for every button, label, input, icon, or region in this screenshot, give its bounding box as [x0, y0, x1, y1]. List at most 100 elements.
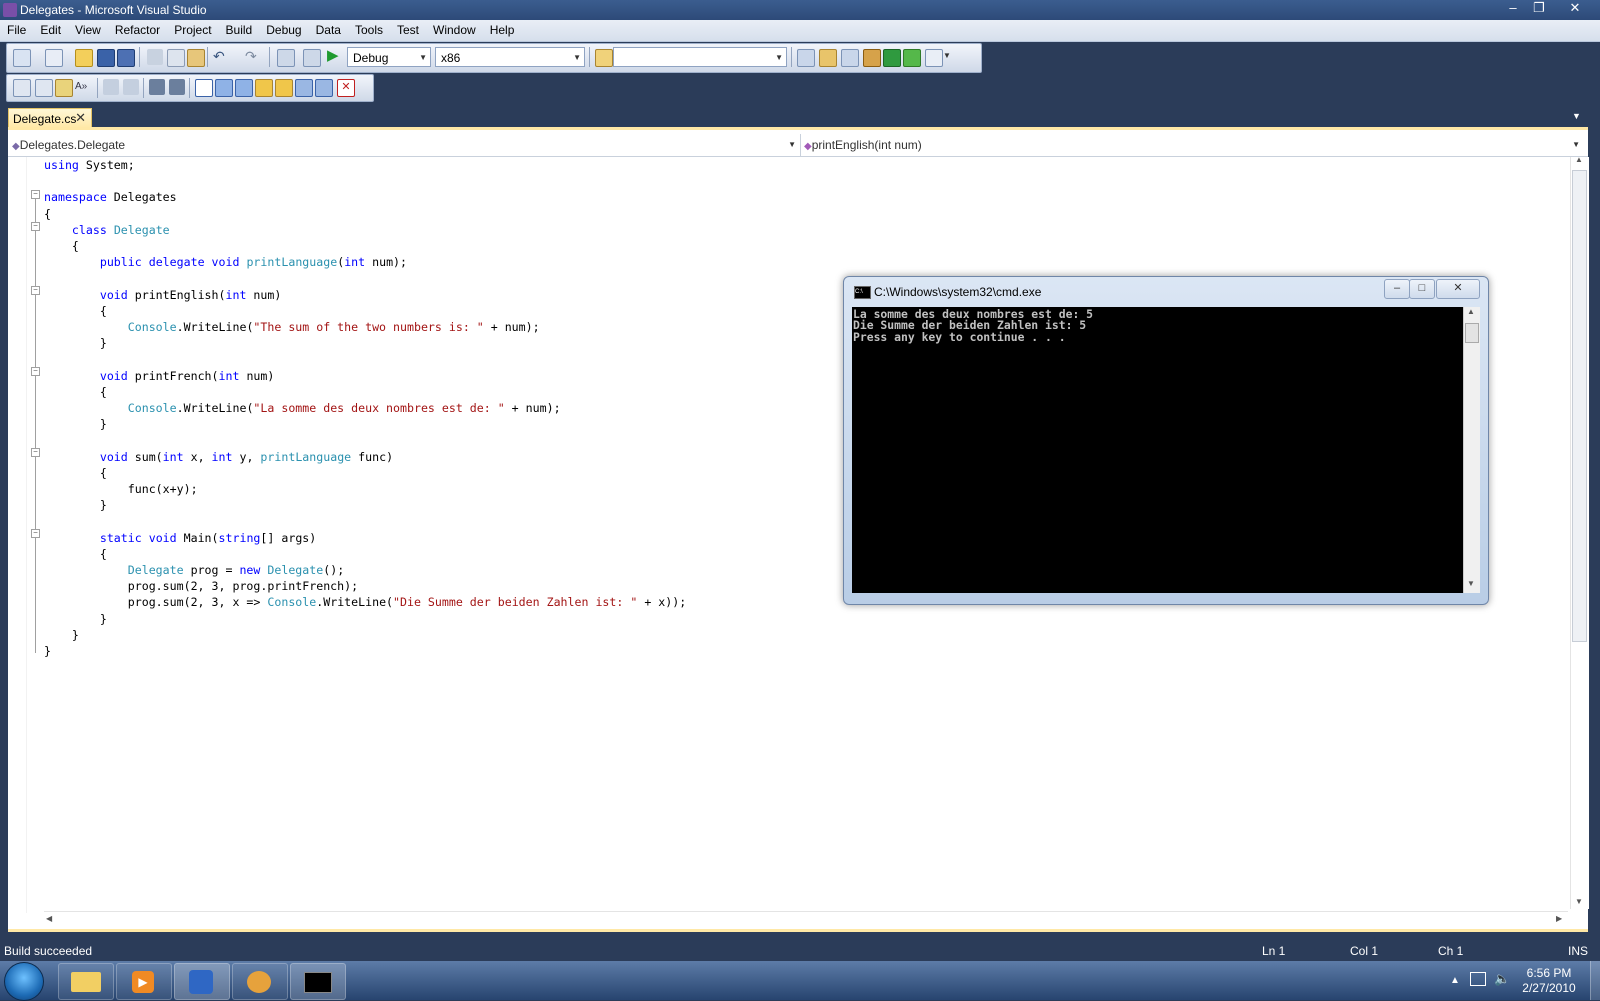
code-line[interactable]: { — [44, 465, 686, 481]
comment-out-icon[interactable] — [149, 79, 165, 95]
save-all-icon[interactable] — [117, 49, 135, 67]
code-line[interactable]: using System; — [44, 157, 686, 173]
next-bookmark-icon[interactable] — [235, 79, 253, 97]
undo-icon[interactable]: ↶ — [213, 49, 229, 65]
collapse-main-icon[interactable]: − — [31, 529, 40, 538]
code-line[interactable]: func(x+y); — [44, 481, 686, 497]
scroll-right-icon[interactable]: ▶ — [1556, 914, 1562, 923]
code-line[interactable]: Console.WriteLine("La somme des deux nom… — [44, 400, 686, 416]
collapse-class-icon[interactable]: − — [31, 222, 40, 231]
code-line[interactable]: static void Main(string[] args) — [44, 530, 686, 546]
code-line[interactable]: } — [44, 335, 686, 351]
show-hidden-icons-icon[interactable]: ▲ — [1450, 975, 1460, 986]
document-outline-icon[interactable] — [903, 49, 921, 67]
scroll-up-icon[interactable]: ▲ — [1467, 307, 1475, 316]
console-window[interactable]: C:\ C:\Windows\system32\cmd.exe – □ ✕ La… — [843, 276, 1489, 605]
copy-icon[interactable] — [167, 49, 185, 67]
command-window-icon[interactable] — [925, 49, 943, 67]
menu-edit[interactable]: Edit — [33, 20, 68, 41]
code-line[interactable]: } — [44, 611, 686, 627]
code-line[interactable]: void sum(int x, int y, printLanguage fun… — [44, 449, 686, 465]
menu-help[interactable]: Help — [483, 20, 522, 41]
uncomment-icon[interactable] — [169, 79, 185, 95]
next-bookmark-in-document-icon[interactable] — [315, 79, 333, 97]
menu-refactor[interactable]: Refactor — [108, 20, 167, 41]
tab-delegate-cs[interactable]: Delegate.cs ✕ — [8, 108, 92, 128]
network-icon[interactable] — [1470, 972, 1486, 986]
active-files-dropdown-icon[interactable]: ▼ — [1572, 111, 1581, 121]
taskbar-clock[interactable]: 6:56 PM 2/27/2010 — [1512, 966, 1586, 996]
display-object-member-list-icon[interactable] — [13, 79, 31, 97]
code-line[interactable]: Delegate prog = new Delegate(); — [44, 562, 686, 578]
menu-project[interactable]: Project — [167, 20, 218, 41]
redo-icon[interactable]: ↷ — [245, 49, 261, 65]
menu-build[interactable]: Build — [219, 20, 260, 41]
code-line[interactable]: } — [44, 627, 686, 643]
solution-configuration-select[interactable]: Debug ▼ — [347, 47, 431, 67]
collapse-sum-icon[interactable]: − — [31, 448, 40, 457]
collapse-namespace-icon[interactable]: − — [31, 190, 40, 199]
increase-indent-icon[interactable] — [123, 79, 139, 95]
code-line[interactable]: } — [44, 497, 686, 513]
menu-test[interactable]: Test — [390, 20, 426, 41]
volume-icon[interactable]: 🔈 — [1494, 971, 1510, 987]
quick-info-icon[interactable] — [55, 79, 73, 97]
toggle-bookmark-icon[interactable] — [195, 79, 213, 97]
complete-word-icon[interactable]: A» — [75, 79, 91, 95]
toolbox-icon[interactable] — [863, 49, 881, 67]
save-icon[interactable] — [97, 49, 115, 67]
scroll-down-icon[interactable]: ▼ — [1467, 579, 1475, 588]
parameter-info-icon[interactable] — [35, 79, 53, 97]
code-line[interactable] — [44, 513, 686, 529]
scroll-down-icon[interactable]: ▼ — [1575, 897, 1583, 906]
code-text[interactable]: using System; namespace Delegates{ class… — [44, 157, 686, 659]
collapse-printenglish-icon[interactable]: − — [31, 286, 40, 295]
code-line[interactable] — [44, 270, 686, 286]
taskbar-visual-studio-button[interactable] — [174, 963, 230, 1000]
code-line[interactable] — [44, 351, 686, 367]
menu-data[interactable]: Data — [309, 20, 348, 41]
taskbar-explorer-button[interactable] — [58, 963, 114, 1000]
menu-debug[interactable]: Debug — [259, 20, 308, 41]
open-file-icon[interactable] — [75, 49, 93, 67]
menu-file[interactable]: File — [0, 20, 33, 41]
console-scrollbar[interactable]: ▲ ▼ — [1463, 307, 1480, 593]
members-dropdown[interactable]: ◆printEnglish(int num) ▼ — [804, 136, 1584, 154]
previous-bookmark-in-folder-icon[interactable] — [255, 79, 273, 97]
taskbar-paint-button[interactable] — [232, 963, 288, 1000]
scroll-up-icon[interactable]: ▲ — [1575, 155, 1583, 164]
code-line[interactable]: namespace Delegates — [44, 189, 686, 205]
code-line[interactable]: { — [44, 238, 686, 254]
code-line[interactable]: } — [44, 416, 686, 432]
scroll-left-icon[interactable]: ◀ — [46, 914, 52, 923]
start-page-icon[interactable] — [883, 49, 901, 67]
taskbar-cmd-button[interactable] — [290, 963, 346, 1000]
navigate-forward-icon[interactable] — [303, 49, 321, 67]
console-minimize-button[interactable]: – — [1384, 279, 1410, 299]
code-line[interactable] — [44, 432, 686, 448]
code-line[interactable]: void printEnglish(int num) — [44, 287, 686, 303]
types-dropdown[interactable]: ◆Delegates.Delegate ▼ — [12, 136, 800, 154]
code-line[interactable]: public delegate void printLanguage(int n… — [44, 254, 686, 270]
object-browser-icon[interactable] — [841, 49, 859, 67]
code-line[interactable]: { — [44, 384, 686, 400]
paste-icon[interactable] — [187, 49, 205, 67]
add-item-icon[interactable] — [45, 49, 63, 67]
cut-icon[interactable] — [147, 49, 163, 65]
code-line[interactable]: prog.sum(2, 3, x => Console.WriteLine("D… — [44, 594, 686, 610]
code-line[interactable]: { — [44, 546, 686, 562]
navigate-backward-icon[interactable] — [277, 49, 295, 67]
code-line[interactable]: void printFrench(int num) — [44, 368, 686, 384]
previous-bookmark-in-document-icon[interactable] — [295, 79, 313, 97]
start-debugging-icon[interactable]: ▶ — [327, 48, 343, 64]
minimize-button[interactable]: – — [1500, 0, 1526, 18]
console-output[interactable]: La somme des deux nombres est de: 5 Die S… — [852, 307, 1463, 593]
toolbar-options-icon[interactable]: ▼ — [943, 48, 959, 64]
start-button[interactable] — [4, 962, 44, 1001]
show-desktop-button[interactable] — [1590, 961, 1600, 1000]
decrease-indent-icon[interactable] — [103, 79, 119, 95]
solution-platform-select[interactable]: x86 ▼ — [435, 47, 585, 67]
code-line[interactable]: Console.WriteLine("The sum of the two nu… — [44, 319, 686, 335]
previous-bookmark-icon[interactable] — [215, 79, 233, 97]
restore-button[interactable]: ❐ — [1526, 0, 1552, 18]
